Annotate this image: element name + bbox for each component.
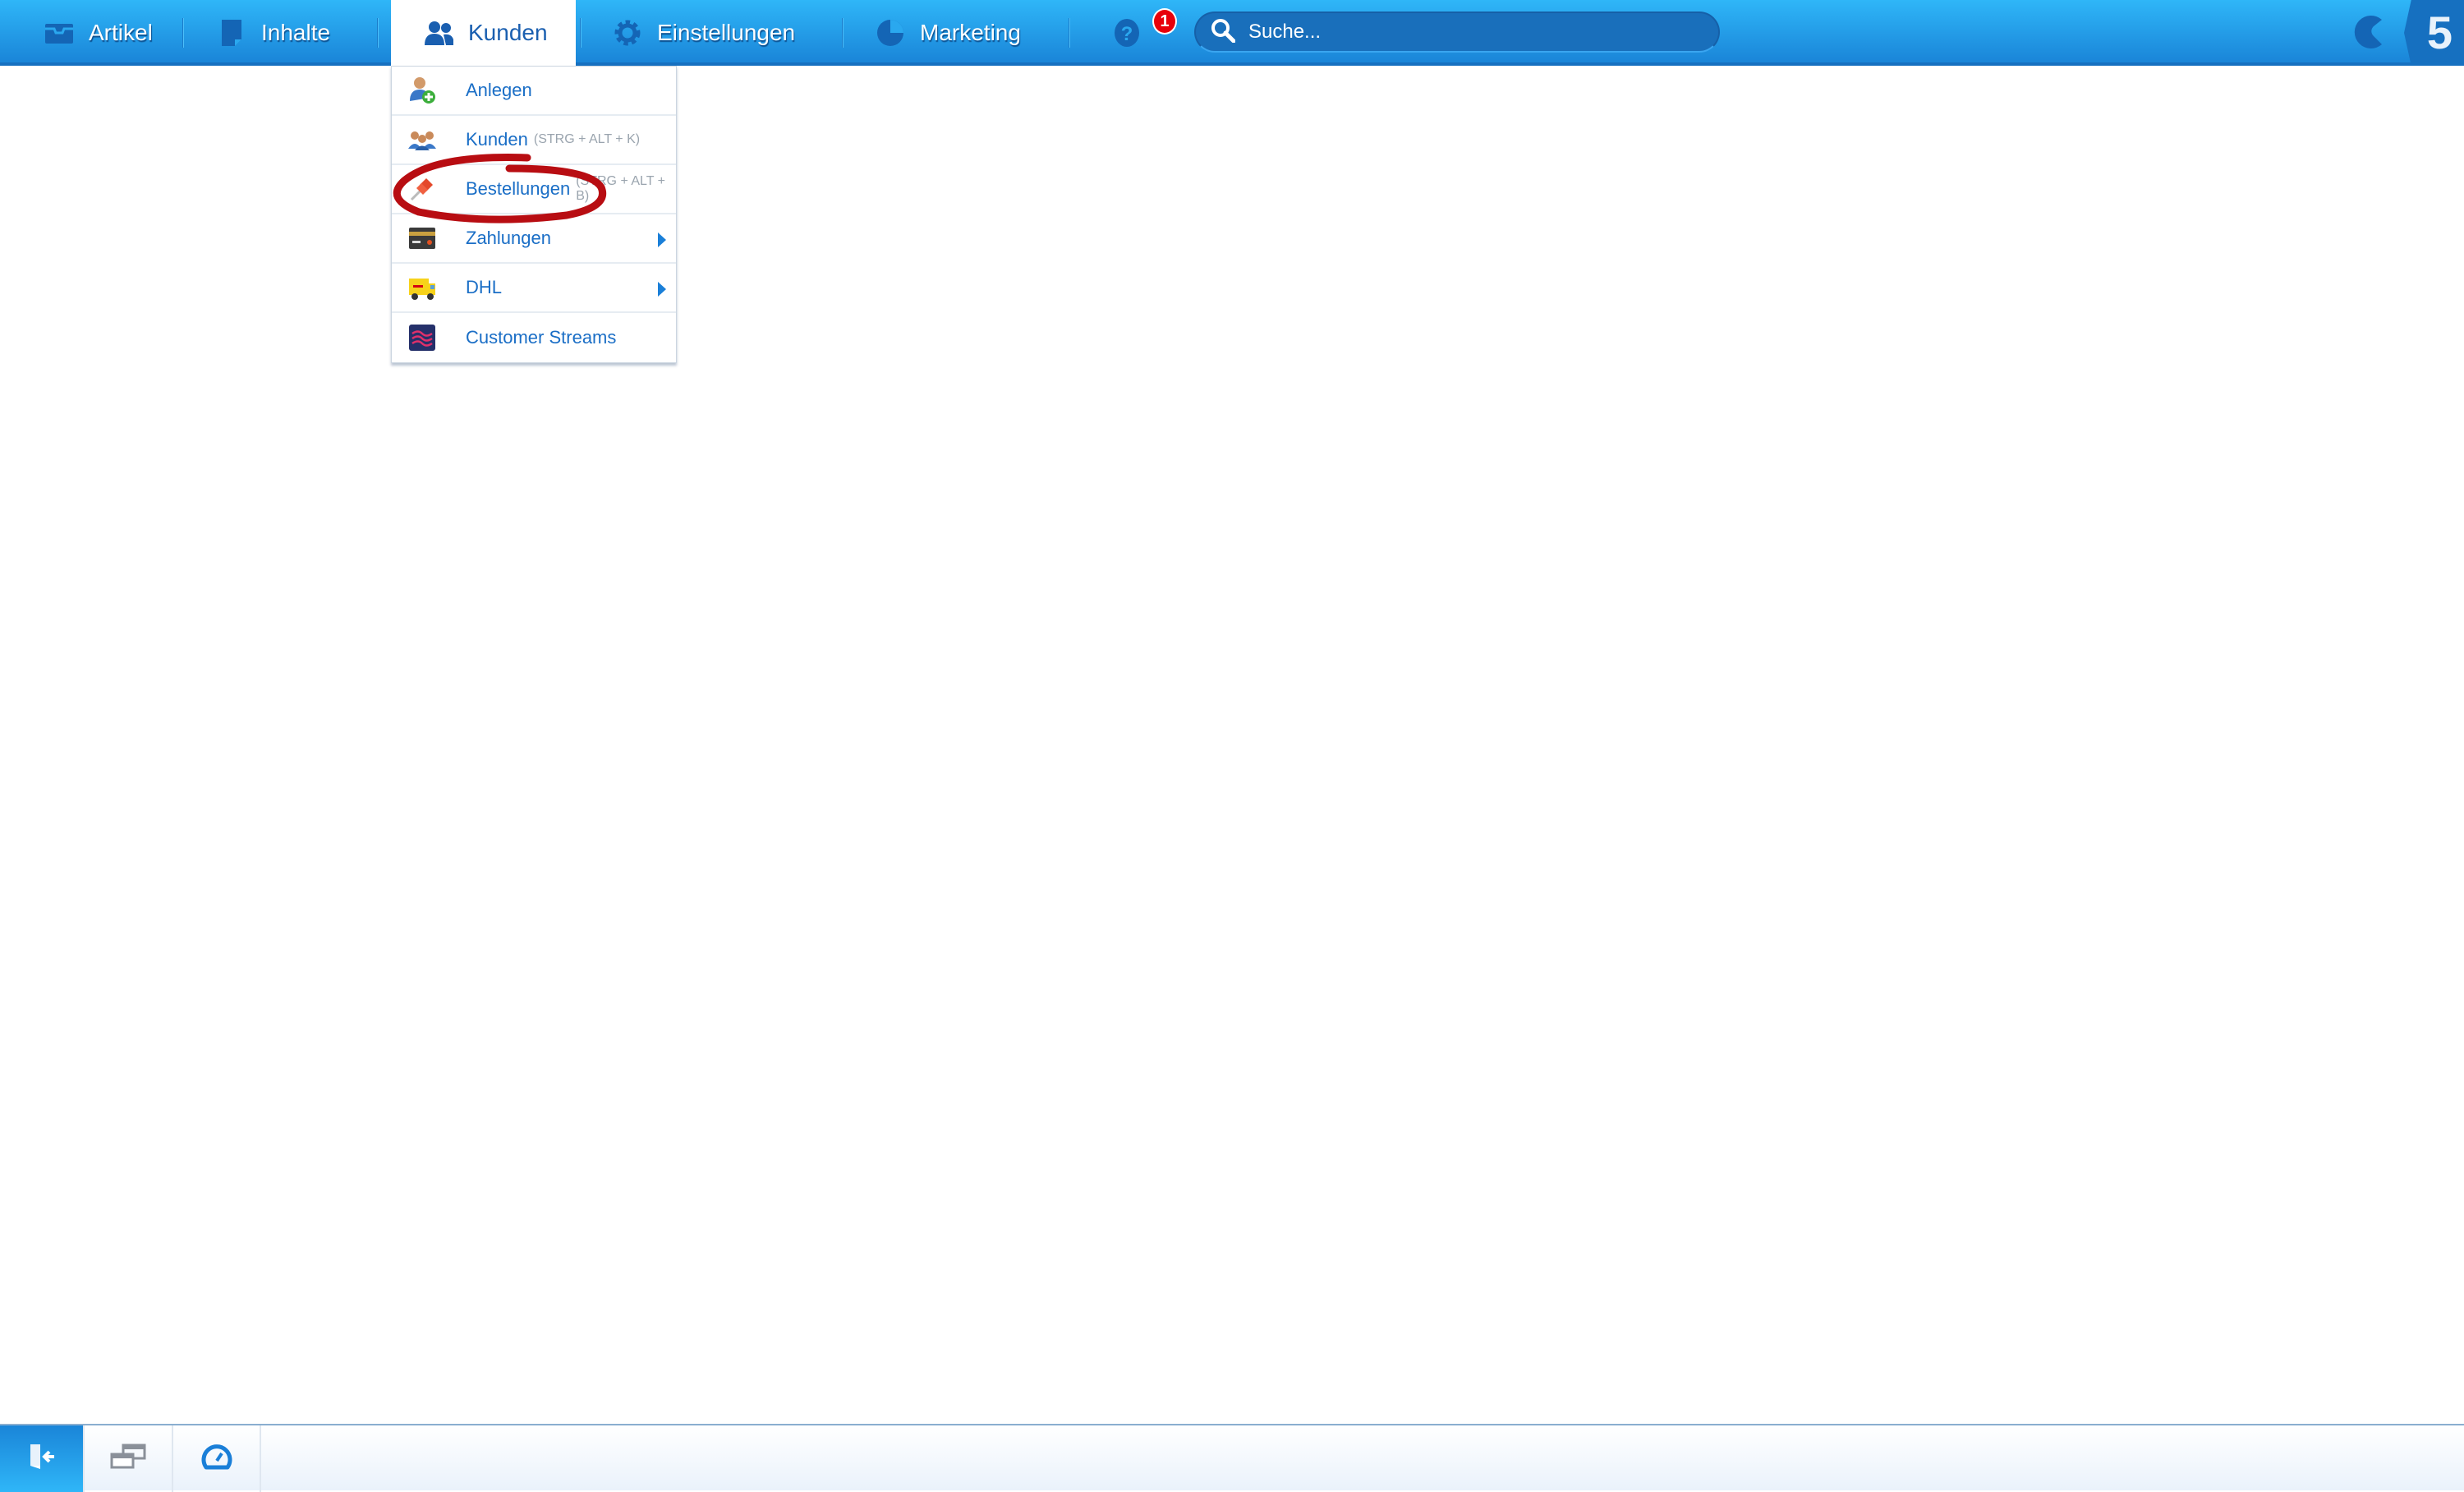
menu-item-kunden[interactable]: Kunden (STRG + ALT + K) — [392, 116, 676, 165]
divider — [842, 18, 844, 48]
windows-icon — [110, 1443, 146, 1475]
logout-button[interactable] — [0, 1425, 85, 1492]
pin-icon — [408, 175, 436, 203]
top-navigation-bar: Artikel Inhalte Kunden Einstellungen Mar… — [0, 0, 2464, 66]
search-input[interactable] — [1248, 21, 1692, 44]
divider — [1069, 18, 1070, 48]
menu-item-customer-streams[interactable]: Customer Streams — [392, 313, 676, 362]
submenu-arrow-icon — [658, 233, 666, 247]
bottom-taskbar — [0, 1424, 2464, 1492]
menu-item-shortcut: (STRG + ALT + K) — [533, 132, 641, 146]
search-icon — [1211, 18, 1236, 47]
windows-button[interactable] — [85, 1425, 173, 1492]
divider — [580, 18, 582, 48]
speedometer-icon — [201, 1443, 232, 1475]
nav-marketing[interactable]: Marketing — [876, 0, 1021, 66]
nav-inhalte[interactable]: Inhalte — [217, 0, 330, 66]
nav-kunden[interactable]: Kunden — [391, 0, 576, 66]
inbox-icon — [44, 18, 74, 48]
divider — [377, 18, 379, 48]
menu-item-label: Customer Streams — [466, 327, 617, 348]
nav-label: Kunden — [468, 20, 548, 45]
user-add-icon — [408, 76, 436, 104]
search-field[interactable] — [1194, 12, 1720, 53]
menu-item-shortcut: (STRG + ALT + B) — [576, 174, 665, 203]
notification-badge[interactable]: 1 — [1152, 8, 1177, 35]
menu-item-dhl[interactable]: DHL — [392, 264, 676, 313]
menu-item-anlegen[interactable]: Anlegen — [392, 67, 676, 116]
users-icon — [424, 18, 453, 48]
credit-card-icon — [408, 224, 436, 252]
customers-icon — [408, 126, 436, 154]
kunden-dropdown-menu: Anlegen Kunden (STRG + ALT + K) Bestellu… — [391, 66, 677, 363]
menu-item-label: Kunden — [466, 129, 528, 150]
document-icon — [217, 18, 246, 48]
delivery-truck-icon — [408, 274, 436, 302]
menu-item-label: Anlegen — [466, 80, 532, 100]
nav-label: Artikel — [89, 20, 153, 45]
nav-label: Einstellungen — [657, 20, 796, 45]
logout-icon — [28, 1443, 56, 1475]
nav-einstellungen[interactable]: Einstellungen — [613, 0, 795, 66]
streams-icon — [408, 324, 436, 352]
nav-artikel[interactable]: Artikel — [44, 0, 153, 66]
divider — [182, 18, 184, 48]
menu-item-label: DHL — [466, 277, 503, 297]
nav-label: Marketing — [920, 20, 1021, 45]
pie-chart-icon — [876, 18, 905, 48]
menu-item-label: Zahlungen — [466, 228, 551, 248]
menu-item-bestellungen[interactable]: Bestellungen (STRG + ALT + B) — [392, 165, 676, 214]
gear-icon — [613, 18, 642, 48]
question-icon[interactable]: ? — [1114, 18, 1140, 48]
submenu-arrow-icon — [658, 282, 666, 297]
shopware-5-logo-icon: 5 — [2404, 0, 2464, 66]
menu-item-label: Bestellungen — [466, 178, 571, 199]
dashboard-button[interactable] — [173, 1425, 261, 1492]
nav-label: Inhalte — [261, 20, 331, 45]
menu-item-zahlungen[interactable]: Zahlungen — [392, 214, 676, 264]
shopware-logo-icon — [2349, 12, 2390, 53]
svg-text:?: ? — [1121, 23, 1133, 45]
